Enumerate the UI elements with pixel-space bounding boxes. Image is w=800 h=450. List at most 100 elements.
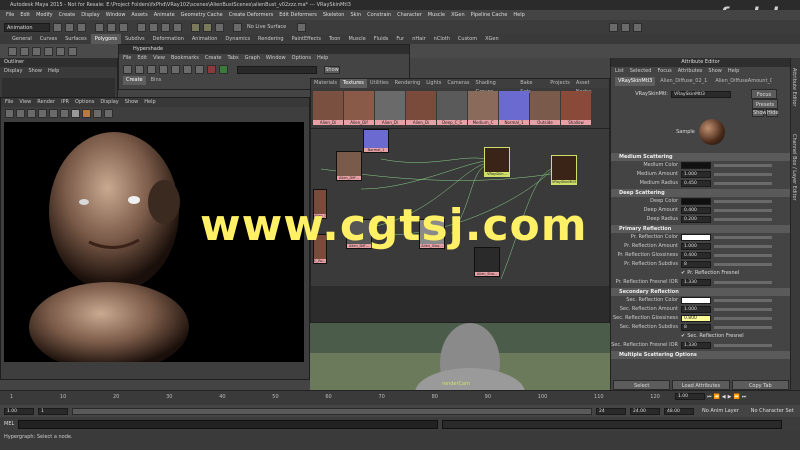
hs-toolbar-icon-1[interactable] (123, 65, 132, 74)
outliner-menu-show[interactable]: Show (28, 67, 42, 76)
ae-value-field[interactable]: 0.800 (681, 315, 711, 322)
sel-field-icon[interactable] (297, 22, 307, 32)
ae-slider[interactable] (714, 164, 772, 167)
ae-value-field[interactable]: 8 (681, 261, 711, 268)
range-start-field[interactable]: 1.00 (4, 407, 34, 415)
snap-grid-icon[interactable] (137, 22, 146, 32)
ae-color-swatch[interactable] (681, 162, 711, 169)
texture-swatch[interactable]: Medium_C (468, 91, 498, 125)
menu-display[interactable]: Display (81, 10, 99, 20)
shelf-tab-animation[interactable]: Animation (188, 34, 222, 44)
hs-toolbar-icon-6[interactable] (183, 65, 192, 74)
outliner-menu-display[interactable]: Display (4, 67, 22, 76)
hs-toolbar-icon-9[interactable] (219, 65, 228, 74)
poly-cube-icon[interactable] (20, 46, 29, 56)
select-button[interactable]: Select (613, 379, 671, 390)
show-tool-settings-icon[interactable] (621, 22, 631, 32)
texture-swatch[interactable]: Deep_C_S (437, 91, 467, 125)
range-inner-start-field[interactable]: 1 (38, 407, 68, 415)
ae-slider[interactable] (714, 236, 772, 239)
new-scene-icon[interactable] (53, 22, 62, 32)
vray-skin-node-1[interactable]: VRaySkin... (484, 147, 510, 177)
ae-slider[interactable] (714, 299, 772, 302)
ae-tab[interactable]: Alien_DiffuseAmount_03_1 (712, 77, 772, 86)
menu-edit[interactable]: Edit (20, 10, 30, 20)
poly-sphere-icon[interactable] (8, 46, 17, 56)
menu-assets[interactable]: Assets (131, 10, 147, 20)
ae-slider[interactable] (714, 173, 772, 176)
render-frame-icon[interactable] (191, 22, 200, 32)
shelf-tab-subdivs[interactable]: Subdivs (121, 34, 149, 44)
checkbox-icon[interactable]: ✔ (681, 332, 685, 341)
menu-skin[interactable]: Skin (350, 10, 361, 20)
ae-slider[interactable] (714, 218, 772, 221)
ae-section-header[interactable]: Secondary Reflection (611, 288, 790, 296)
hs-toolbar-icon-8[interactable] (207, 65, 216, 74)
focus-button[interactable]: Focus (751, 89, 777, 99)
go-start-icon[interactable]: ⏮ (707, 394, 712, 400)
magnet-icon[interactable] (233, 22, 242, 32)
range-max-field[interactable]: 48.00 (664, 407, 694, 415)
hs-show-button[interactable]: Show (324, 65, 340, 74)
hs-menu-options[interactable]: Options (292, 54, 311, 63)
hs-tab-shading-groups[interactable]: Shading Groups (473, 79, 518, 95)
rv-region-icon[interactable] (38, 109, 47, 118)
hs-tab-utilities[interactable]: Utilities (367, 79, 392, 88)
ae-menu-help[interactable]: Help (728, 67, 739, 76)
ae-slider[interactable] (714, 200, 772, 203)
ae-slider[interactable] (714, 344, 772, 347)
load-attributes-button[interactable]: Load Attributes (672, 379, 730, 390)
hs-menu-graph[interactable]: Graph (245, 54, 260, 63)
ae-value-field[interactable]: 8 (681, 324, 711, 331)
hs-tab-materials[interactable]: Materials (311, 79, 340, 88)
menu-pipeline-cache[interactable]: Pipeline Cache (471, 10, 508, 20)
hs-tab-bake-sets[interactable]: Bake Sets (517, 79, 547, 95)
menu-muscle[interactable]: Muscle (428, 10, 445, 20)
viewport-panel[interactable]: renderCam (310, 323, 610, 390)
mel-label[interactable]: MEL (4, 421, 14, 427)
step-back-icon[interactable]: ⏪ (714, 394, 720, 400)
ae-color-swatch[interactable] (681, 297, 711, 304)
shelf-tab-dynamics[interactable]: Dynamics (221, 34, 254, 44)
ae-slider[interactable] (714, 245, 772, 248)
ae-slider[interactable] (714, 209, 772, 212)
poly-torus-icon[interactable] (68, 46, 77, 56)
side-tab-channel-box[interactable]: Channel Box / Layer Editor (791, 134, 797, 224)
play-forward-icon[interactable]: ▶ (728, 394, 732, 400)
menu-modify[interactable]: Modify (36, 10, 53, 20)
select-hierarchy-icon[interactable] (95, 22, 104, 32)
hs-tab-cameras[interactable]: Cameras (444, 79, 472, 88)
shelf-tab-rendering[interactable]: Rendering (254, 34, 288, 44)
ae-slider[interactable] (714, 317, 772, 320)
rv-zoom-icon[interactable] (104, 109, 113, 118)
rv-menu-view[interactable]: View (19, 98, 31, 107)
normal-node[interactable]: Normal_1 (363, 129, 389, 153)
ae-menu-selected[interactable]: Selected (630, 67, 652, 76)
ae-section-header[interactable]: Multiple Scattering Options (611, 351, 790, 359)
poly-cylinder-icon[interactable] (32, 46, 41, 56)
shelf-tab-deformation[interactable]: Deformation (149, 34, 188, 44)
menu-edit-deformers[interactable]: Edit Deformers (279, 10, 317, 20)
rv-ipr-icon[interactable] (16, 109, 25, 118)
hs-toolbar-icon-4[interactable] (159, 65, 168, 74)
menu-create-deformers[interactable]: Create Deformers (229, 10, 274, 20)
show-attr-editor-icon[interactable] (609, 22, 619, 32)
ae-value-field[interactable]: 1.330 (681, 342, 711, 349)
shelf-tab-ncloth[interactable]: nCloth (430, 34, 454, 44)
range-end-field[interactable]: 24.00 (630, 407, 660, 415)
ae-tab[interactable]: VRaySkinMtl3 (615, 76, 656, 86)
menu-xgen[interactable]: XGen (451, 10, 465, 20)
menu-skeleton[interactable]: Skeleton (323, 10, 345, 20)
texture-swatch[interactable]: Alien_Di (313, 91, 343, 125)
copy-tab-button[interactable]: Copy Tab (731, 379, 789, 390)
menu-constrain[interactable]: Constrain (367, 10, 391, 20)
hs-menu-tabs[interactable]: Tabs (228, 54, 239, 63)
rv-menu-file[interactable]: File (5, 98, 13, 107)
hs-tab-asset-nodes[interactable]: Asset Nodes (573, 79, 609, 95)
hs-toolbar-icon-7[interactable] (195, 65, 204, 74)
ae-tab[interactable]: Alien_Diffuse_02_1 (657, 77, 710, 86)
ae-slider[interactable] (714, 308, 772, 311)
hs-toolbar-icon-3[interactable] (147, 65, 156, 74)
snap-point-icon[interactable] (161, 22, 170, 32)
rv-menu-show[interactable]: Show (125, 98, 139, 107)
